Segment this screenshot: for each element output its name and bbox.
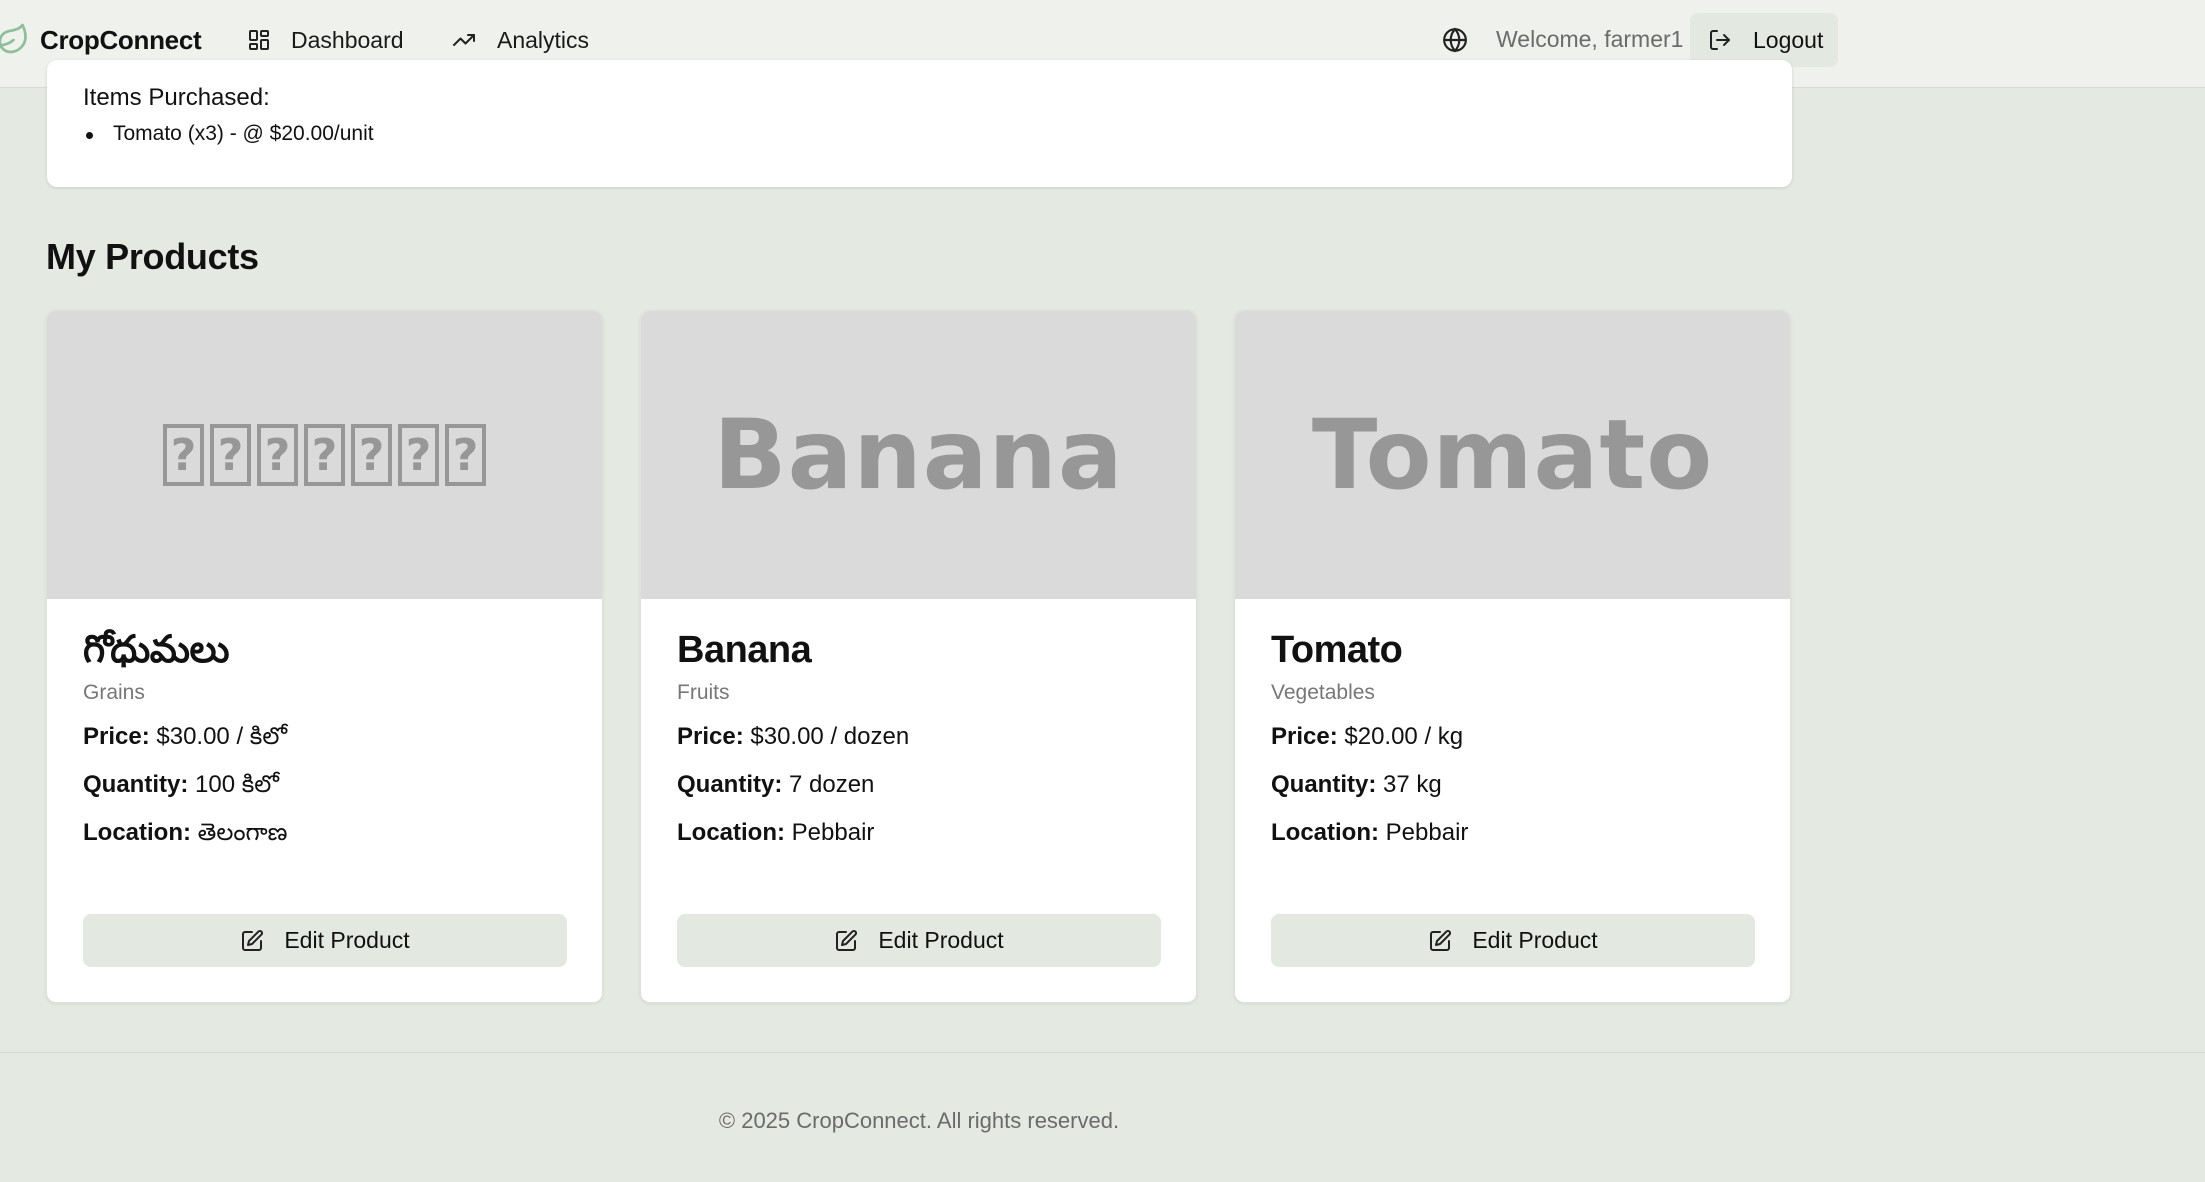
edit-product-label: Edit Product — [284, 927, 410, 953]
items-purchased-list: Tomato (x3) - @ $20.00/unit — [83, 122, 374, 146]
edit-product-button[interactable]: Edit Product — [1271, 914, 1755, 967]
brand-name: CropConnect — [40, 24, 202, 55]
product-card: ??????? గోధుమలు Grains Price: $30.00 / క… — [46, 310, 603, 1003]
edit-product-button[interactable]: Edit Product — [83, 914, 567, 967]
product-price: Price: $30.00 / కిలో — [83, 723, 288, 750]
dashboard-icon — [249, 30, 269, 50]
product-category: Grains — [83, 681, 145, 704]
product-card: Banana Banana Fruits Price: $30.00 / doz… — [640, 310, 1197, 1003]
product-price: Price: $20.00 / kg — [1271, 723, 1464, 750]
items-purchased-title: Items Purchased: — [83, 84, 270, 111]
product-card: Tomato Tomato Vegetables Price: $20.00 /… — [1234, 310, 1791, 1003]
nav-dashboard-label: Dashboard — [291, 26, 404, 53]
product-image-placeholder: ??????? — [47, 311, 602, 599]
edit-icon — [242, 929, 264, 951]
language-button[interactable] — [1442, 27, 1468, 58]
brand[interactable]: CropConnect — [0, 20, 202, 60]
product-image-placeholder: Tomato — [1235, 311, 1790, 599]
product-quantity: Quantity: 100 కిలో — [83, 771, 279, 798]
product-image-text: Tomato — [1311, 399, 1714, 511]
edit-product-label: Edit Product — [1472, 927, 1598, 953]
product-category: Vegetables — [1271, 681, 1375, 704]
welcome-text: Welcome, farmer1 — [1496, 26, 1684, 52]
product-image-text: Banana — [713, 399, 1124, 511]
product-location: Location: తెలంగాణ — [83, 819, 288, 846]
product-location: Location: Pebbair — [677, 819, 875, 846]
nav-dashboard[interactable]: Dashboard — [247, 20, 404, 60]
edit-product-button[interactable]: Edit Product — [677, 914, 1161, 967]
trending-up-icon — [453, 34, 475, 46]
logout-icon — [1710, 30, 1730, 50]
product-image-placeholder: Banana — [641, 311, 1196, 599]
logout-button[interactable]: Logout — [1690, 13, 1838, 67]
globe-icon — [1443, 27, 1467, 53]
list-item: Tomato (x3) - @ $20.00/unit — [83, 122, 374, 146]
edit-icon — [1430, 929, 1452, 951]
product-name: Banana — [677, 629, 812, 671]
logout-label: Logout — [1753, 26, 1824, 53]
nav-analytics-label: Analytics — [497, 26, 590, 53]
product-quantity: Quantity: 7 dozen — [677, 771, 875, 798]
product-name: Tomato — [1271, 629, 1403, 671]
product-category: Fruits — [677, 681, 730, 704]
missing-glyphs: ??????? — [163, 424, 486, 486]
order-card: Items Purchased: Tomato (x3) - @ $20.00/… — [47, 60, 1792, 187]
edit-product-label: Edit Product — [878, 927, 1004, 953]
footer-divider — [0, 1052, 2205, 1053]
product-location: Location: Pebbair — [1271, 819, 1469, 846]
footer-copyright: © 2025 CropConnect. All rights reserved. — [718, 1108, 1120, 1133]
product-price: Price: $30.00 / dozen — [677, 723, 910, 750]
nav-analytics[interactable]: Analytics — [451, 20, 589, 60]
leaf-icon — [0, 23, 27, 54]
product-quantity: Quantity: 37 kg — [1271, 771, 1442, 798]
product-name: గోధుమలు — [83, 629, 230, 671]
edit-icon — [836, 929, 858, 951]
page-title: My Products — [46, 236, 259, 277]
